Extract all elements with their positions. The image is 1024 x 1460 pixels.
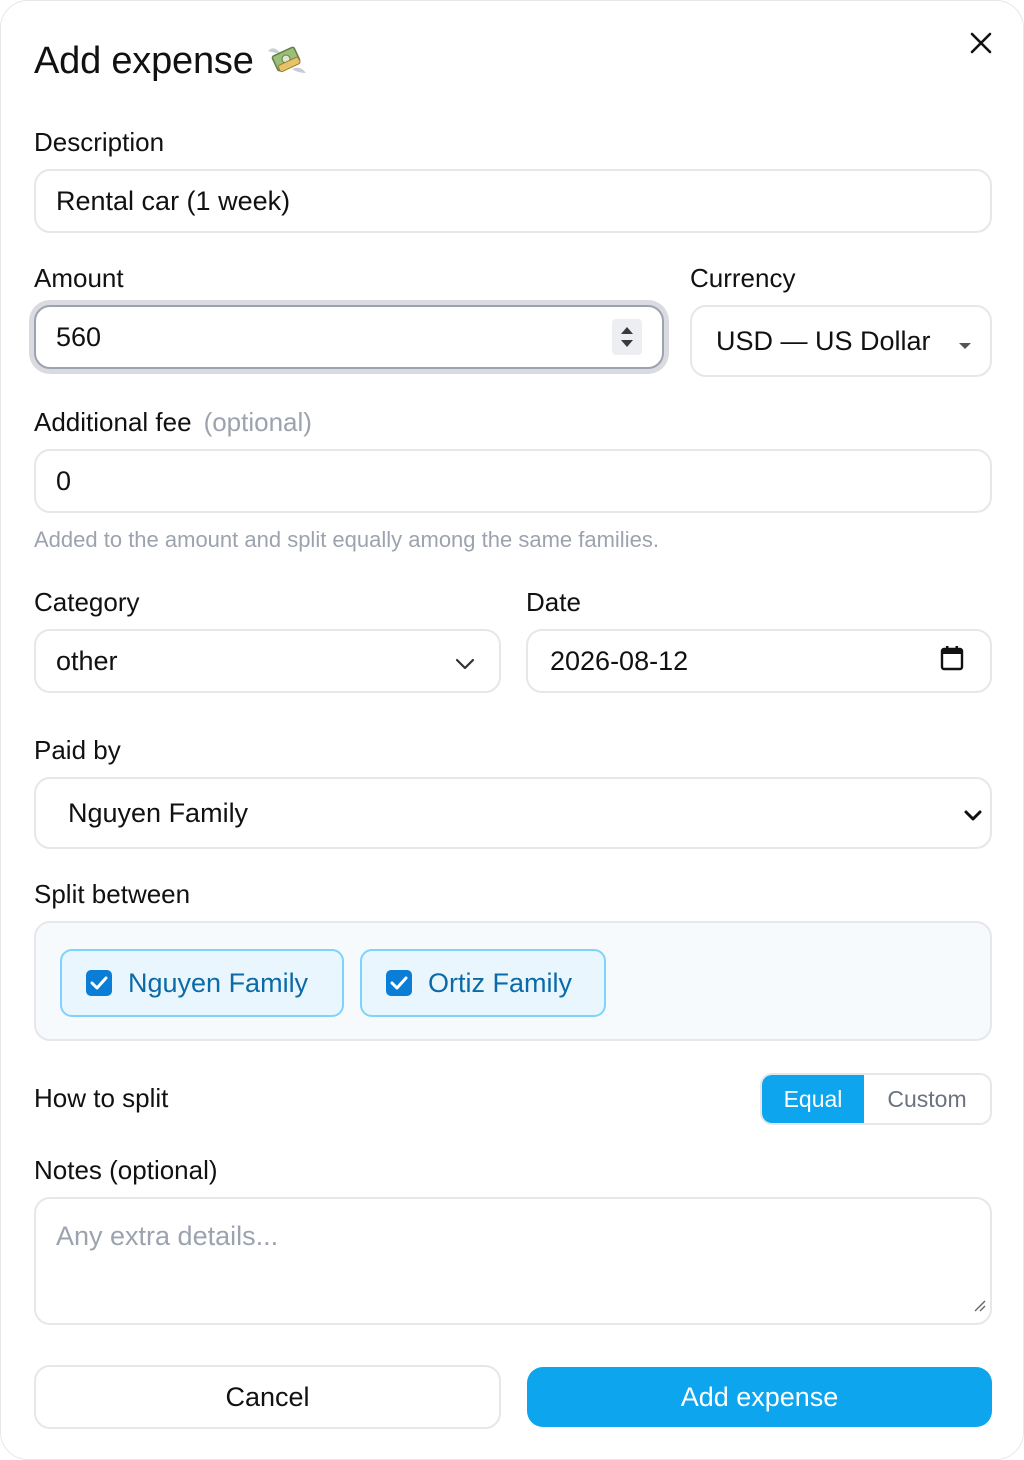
split-chip-ortiz-family[interactable]: Ortiz Family <box>360 949 606 1017</box>
fee-label: Additional fee (optional) <box>34 407 312 438</box>
category-value: other <box>56 645 118 676</box>
add-expense-button[interactable]: Add expense <box>527 1367 992 1427</box>
split-between-group: Nguyen Family Ortiz Family <box>34 921 992 1041</box>
number-spinner-icon[interactable] <box>612 319 642 355</box>
split-between-label: Split between <box>34 879 191 909</box>
date-value: 2026-08-12 <box>550 645 689 676</box>
amount-input[interactable]: 560 <box>34 305 664 369</box>
add-expense-dialog: Add expense Description Rental car (1 we… <box>0 0 1024 1460</box>
paid-by-value: Nguyen Family <box>68 797 249 828</box>
date-input[interactable]: 2026-08-12 <box>526 629 992 693</box>
split-mode-equal-button[interactable]: Equal <box>762 1075 864 1123</box>
fee-value: 0 <box>56 465 72 496</box>
description-input[interactable]: Rental car (1 week) <box>34 169 992 233</box>
chevron-down-icon <box>455 646 475 677</box>
checkbox-checked-icon[interactable] <box>86 970 112 996</box>
fee-label-text: Additional fee <box>34 407 192 437</box>
caret-down-icon <box>958 326 972 357</box>
close-icon <box>970 32 992 59</box>
dialog-title: Add expense <box>34 39 308 83</box>
currency-label: Currency <box>690 263 796 293</box>
close-button[interactable] <box>965 29 997 61</box>
description-label: Description <box>34 127 165 157</box>
cancel-button[interactable]: Cancel <box>34 1365 501 1429</box>
calendar-icon[interactable] <box>940 645 964 678</box>
currency-value: USD — US Dollar <box>716 325 931 356</box>
notes-placeholder: Any extra details... <box>56 1221 279 1251</box>
money-with-wings-icon <box>264 39 308 83</box>
paid-by-select[interactable]: Nguyen Family <box>34 777 992 849</box>
checkbox-checked-icon[interactable] <box>386 970 412 996</box>
paid-by-label: Paid by <box>34 735 121 765</box>
notes-textarea[interactable]: Any extra details... <box>34 1197 992 1325</box>
amount-value: 560 <box>56 321 102 352</box>
fee-optional-label: (optional) <box>203 407 312 437</box>
category-select[interactable]: other <box>34 629 501 693</box>
description-value: Rental car (1 week) <box>56 185 291 216</box>
amount-label: Amount <box>34 263 124 293</box>
split-chip-label: Ortiz Family <box>428 967 572 998</box>
notes-label: Notes (optional) <box>34 1155 218 1185</box>
dialog-title-text: Add expense <box>34 39 254 82</box>
currency-select[interactable]: USD — US Dollar <box>690 305 992 377</box>
fee-helper-text: Added to the amount and split equally am… <box>34 527 659 552</box>
date-label: Date <box>526 587 581 617</box>
split-mode-custom-button[interactable]: Custom <box>864 1075 990 1123</box>
category-label: Category <box>34 587 140 617</box>
split-chip-label: Nguyen Family <box>128 967 309 998</box>
chevron-down-icon <box>964 798 982 829</box>
resize-handle-icon[interactable] <box>972 1288 986 1319</box>
fee-input[interactable]: 0 <box>34 449 992 513</box>
how-to-split-label: How to split <box>34 1083 169 1113</box>
split-chip-nguyen-family[interactable]: Nguyen Family <box>60 949 344 1017</box>
split-mode-toggle: Equal Custom <box>760 1073 992 1125</box>
